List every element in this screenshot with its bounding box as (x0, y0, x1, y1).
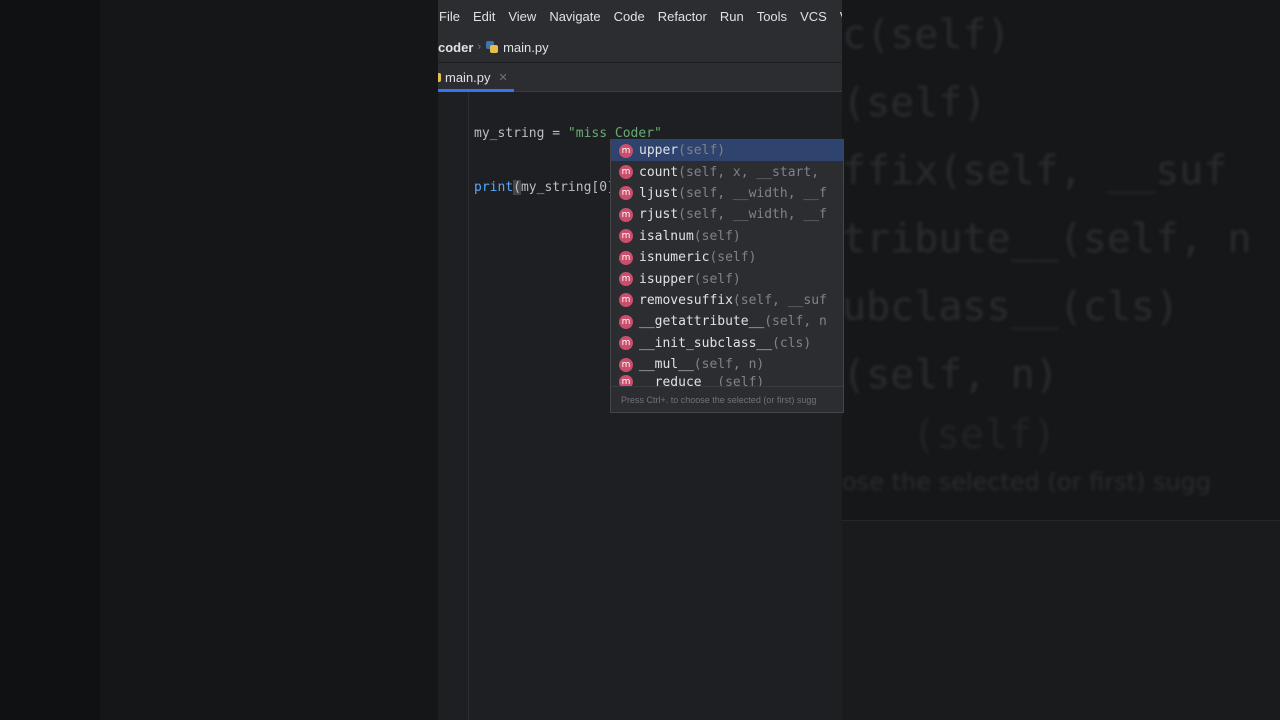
menu-view[interactable]: View (502, 9, 543, 24)
suggestion-signature: (cls) (772, 335, 812, 351)
method-icon: m (619, 143, 633, 158)
suggestion-item[interactable]: m upper (self) (611, 140, 843, 162)
suggestion-name: rjust (639, 207, 679, 223)
suggestion-signature: (self, x, __start, (678, 164, 820, 180)
suggestion-signature: (self, __width, __f (678, 207, 827, 223)
suggestion-item[interactable]: m isnumeric (self) (611, 247, 843, 268)
ghost-line: (self, n) (842, 352, 1059, 398)
editor-gutter[interactable] (438, 92, 469, 720)
suggestion-signature: (self) (693, 228, 741, 244)
suggestion-signature: (self) (678, 143, 726, 159)
suggestion-signature: (self) (709, 250, 757, 266)
method-icon: m (619, 229, 633, 244)
menu-window[interactable]: V (833, 9, 842, 24)
suggestion-item[interactable]: m __init_subclass__ (cls) (611, 333, 843, 354)
suggestion-item[interactable]: m __mul__ (self, n) (611, 354, 843, 375)
suggestion-item[interactable]: m isupper (self) (611, 268, 843, 289)
tab-main-py[interactable]: main.py ✕ (438, 63, 514, 92)
breadcrumb-file[interactable]: main.py (503, 40, 549, 55)
breadcrumb-project[interactable]: coder (438, 40, 473, 55)
left-backdrop (0, 0, 438, 720)
suggestion-name: ljust (639, 185, 679, 201)
suggestion-name: __init_subclass__ (639, 335, 773, 351)
breadcrumb: coder › main.py (438, 32, 842, 63)
suggestion-item[interactable]: m __getattribute__ (self, n (611, 311, 843, 332)
suggestion-signature: (self, n) (693, 357, 765, 373)
ghost-line: (self) (842, 80, 987, 126)
suggestion-item[interactable]: m ljust (self, __width, __f (611, 183, 843, 204)
suggestion-signature: (self, __width, __f (678, 185, 827, 201)
method-icon: m (619, 357, 633, 372)
method-icon: m (619, 293, 633, 308)
code-token-paren-open: ( (513, 180, 521, 195)
suggestion-item[interactable]: m isalnum (self) (611, 226, 843, 247)
method-icon: m (619, 272, 633, 287)
method-icon: m (619, 314, 633, 329)
method-icon: m (619, 207, 633, 222)
method-icon: m (619, 336, 633, 351)
left-backdrop-panel (100, 0, 438, 720)
suggestion-name: upper (639, 143, 679, 159)
close-icon[interactable]: ✕ (499, 71, 508, 84)
code-token-assignment: my_string = (474, 126, 568, 141)
suggestion-name: __getattribute__ (639, 314, 765, 330)
ghost-line: ffix(self, __suf (842, 148, 1228, 194)
menu-run[interactable]: Run (713, 9, 750, 24)
editor-tab-bar: main.py ✕ (438, 63, 842, 92)
suggestion-name: isalnum (639, 228, 694, 244)
method-icon: m (619, 186, 633, 201)
completion-popup[interactable]: m upper (self) m count (self, x, __start, m lj… (610, 139, 844, 413)
menu-navigate[interactable]: Navigate (543, 9, 607, 24)
suggestion-signature: (self, __suf (732, 292, 827, 308)
menu-edit[interactable]: Edit (466, 9, 501, 24)
suggestion-signature: (self, n (764, 314, 827, 330)
menu-tools[interactable]: Tools (750, 9, 793, 24)
suggestion-name: isnumeric (639, 250, 710, 266)
ghost-hint: ose the selected (or first) sugg (842, 468, 1212, 496)
menu-bar: File Edit View Navigate Code Refactor Ru… (438, 0, 842, 32)
suggestion-item[interactable]: m rjust (self, __width, __f (611, 204, 843, 225)
menu-vcs[interactable]: VCS (794, 9, 834, 24)
ghost-line: (self) (912, 412, 1057, 458)
menu-refactor[interactable]: Refactor (651, 9, 713, 24)
python-file-icon (438, 72, 441, 82)
ghost-line: ubclass__(cls) (842, 284, 1180, 330)
code-token-function: print (474, 180, 514, 195)
suggestion-name: count (639, 164, 679, 180)
suggestion-name: removesuffix (639, 292, 733, 308)
chevron-right-icon: › (477, 41, 482, 53)
tab-label: main.py (445, 69, 491, 85)
suggestion-name: isupper (639, 271, 694, 287)
method-icon: m (619, 250, 633, 265)
suggestion-signature: (self) (693, 271, 741, 287)
method-icon: m (619, 165, 633, 180)
completion-hint: Press Ctrl+. to choose the selected (or … (611, 386, 843, 412)
suggestion-name: __mul__ (639, 357, 694, 373)
python-file-icon (485, 40, 499, 54)
right-blurred-zoom: c(self) (self) ffix(self, __suf tribute_… (842, 0, 1280, 720)
menu-file[interactable]: File (438, 9, 466, 24)
right-backdrop-bottom (842, 520, 1280, 720)
suggestion-item[interactable]: m count (self, x, __start, (611, 161, 843, 182)
suggestion-list: m upper (self) m count (self, x, __start, m lj… (611, 140, 843, 388)
ghost-line: c(self) (842, 12, 1011, 58)
ghost-line: tribute__(self, n (842, 216, 1252, 262)
menu-code[interactable]: Code (607, 9, 651, 24)
suggestion-item[interactable]: m removesuffix (self, __suf (611, 290, 843, 311)
